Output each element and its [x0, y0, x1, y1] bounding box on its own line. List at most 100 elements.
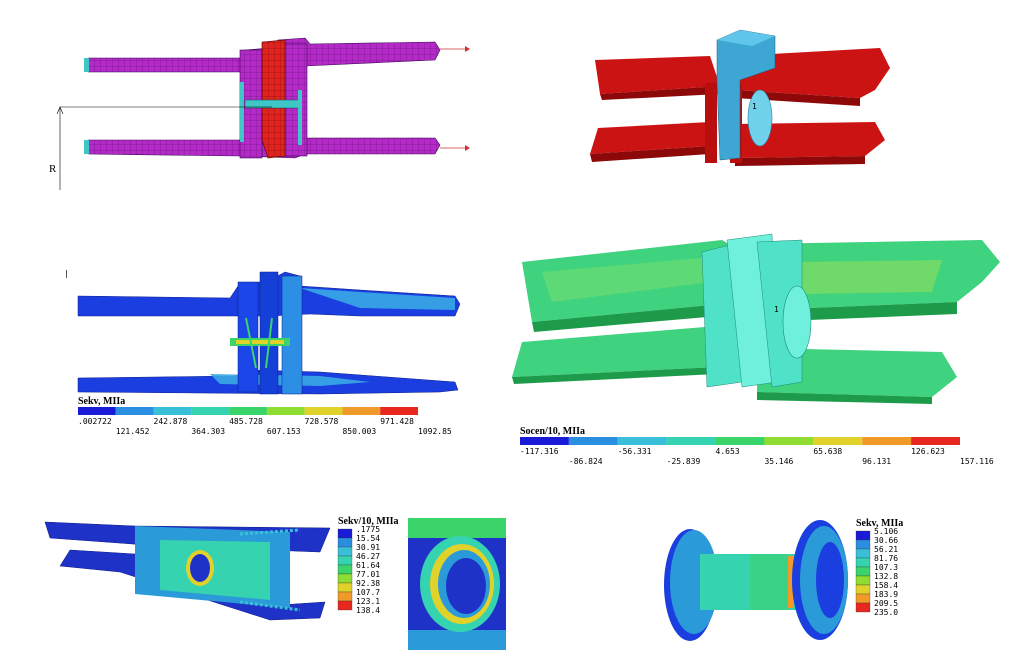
pin-model-legend: Sekv, MIIa 5.106 30.66 56.21 81.76 107.3 132.…: [854, 516, 924, 636]
colorbar-tick: 126.623: [911, 447, 945, 456]
legend-value: 138.4: [356, 606, 380, 615]
mesh-section-drawing: R: [49, 37, 470, 190]
legend-value: 132.8: [874, 572, 898, 581]
legend-swatch: [855, 548, 871, 559]
pin-model-drawing: [664, 520, 848, 641]
legend-swatch: [337, 573, 353, 584]
tilted-model-drawing: [44, 521, 331, 621]
legend-swatch: [337, 591, 353, 602]
svg-text:1: 1: [752, 102, 757, 111]
legend-value: 61.64: [356, 561, 380, 570]
svg-text:|: |: [64, 269, 69, 278]
colorbar-tick: 242.878: [154, 417, 188, 426]
colorbar-tick: 65.638: [813, 447, 842, 456]
stress-colorbar-1: Sekv, MIIa .002722 242.878 485.728 728.578 9…: [76, 393, 476, 443]
colorbar-tick: .002722: [78, 417, 112, 426]
colorbar-tick: 4.653: [716, 447, 740, 456]
colorbar-tick: 96.131: [862, 457, 891, 466]
colorbar-tick: 1092.85: [418, 427, 452, 436]
colorbar-tick: -117.316: [520, 447, 559, 456]
legend-value: 92.38: [356, 579, 380, 588]
mesh-section-panel: R: [40, 30, 480, 195]
legend-value: 107.3: [874, 563, 898, 572]
legend-value: 56.21: [874, 545, 898, 554]
legend-swatch: [855, 566, 871, 577]
radius-label: R: [49, 163, 57, 175]
stress-model-panel: 1: [512, 222, 1012, 422]
tilted-model-panel: [40, 510, 340, 630]
legend-value: 5.106: [874, 527, 898, 536]
hole-detail-panel: [408, 518, 506, 650]
colorbar-tick: 35.146: [764, 457, 793, 466]
legend-value: 158.4: [874, 581, 898, 590]
colorbar-tick: 971.428: [380, 417, 414, 426]
stress-colorbar-2: Socen/10, MIIa -117.316 -56.331 4.653 65.63…: [518, 423, 1013, 473]
solid-model-panel: 1: [580, 28, 900, 178]
hole-detail-drawing: [408, 518, 506, 650]
legend-swatch: [337, 582, 353, 593]
legend-swatch: [337, 537, 353, 548]
colorbar-swatch: [380, 407, 418, 415]
colorbar-swatch: [520, 437, 569, 445]
legend-swatch: [855, 584, 871, 595]
tilted-model-legend: Sekv/10, MIIa .1775 15.54 30.91 46.27 61.64 7…: [336, 514, 406, 634]
legend-value: .1775: [356, 525, 380, 534]
legend-value: 30.66: [874, 536, 898, 545]
colorbar-tick: -56.331: [618, 447, 652, 456]
colorbar-title: Socen/10, MIIa: [520, 426, 585, 437]
legend-value: 107.7: [356, 588, 380, 597]
legend-value: 46.27: [356, 552, 380, 561]
colorbar-tick: 121.452: [116, 427, 150, 436]
colorbar-swatch: [617, 437, 667, 445]
legend-swatch: [855, 557, 871, 568]
legend-value: 123.1: [356, 597, 380, 606]
legend-swatch: [855, 575, 871, 586]
colorbar-tick: -86.824: [569, 457, 603, 466]
legend-value: 15.54: [356, 534, 380, 543]
legend-swatch: [855, 530, 871, 541]
legend-swatch: [337, 600, 353, 611]
colorbar-title: Sekv, MIIa: [78, 396, 125, 407]
legend-value: 209.5: [874, 599, 898, 608]
legend-value: 81.76: [874, 554, 898, 563]
colorbar-swatch: [568, 437, 618, 445]
colorbar-swatch: [153, 407, 192, 415]
colorbar-tick: 728.578: [305, 417, 339, 426]
colorbar-swatch: [191, 407, 230, 415]
colorbar-swatch: [813, 437, 863, 445]
svg-text:1: 1: [774, 305, 779, 314]
colorbar-tick: 364.303: [191, 427, 225, 436]
legend-value: 235.0: [874, 608, 898, 617]
colorbar-tick: 485.728: [229, 417, 263, 426]
colorbar-swatch: [229, 407, 267, 415]
stress-model-drawing: 1: [512, 233, 1000, 404]
solid-model-drawing: 1: [590, 29, 890, 166]
colorbar-swatch: [342, 407, 381, 415]
legend-value: 77.01: [356, 570, 380, 579]
legend-value: 30.91: [356, 543, 380, 552]
center-element: [261, 39, 286, 159]
pin-model-panel: [660, 510, 860, 650]
colorbar-tick: 157.116: [960, 457, 994, 466]
colorbar-swatch: [862, 437, 912, 445]
legend-swatch: [337, 546, 353, 557]
colorbar-swatch: [764, 437, 814, 445]
legend-value: 183.9: [874, 590, 898, 599]
colorbar-tick: 850.003: [342, 427, 376, 436]
legend-swatch: [337, 555, 353, 566]
legend-swatch: [855, 593, 871, 604]
pin-head: [747, 89, 773, 147]
colorbar-swatch: [911, 437, 960, 445]
legend-swatch: [855, 602, 871, 613]
colorbar-tick: -25.839: [667, 457, 701, 466]
colorbar-swatch: [115, 407, 154, 415]
colorbar-swatch: [78, 407, 116, 415]
colorbar-swatch: [304, 407, 343, 415]
legend-swatch: [855, 539, 871, 550]
colorbar-tick: 607.153: [267, 427, 301, 436]
legend-swatch: [337, 564, 353, 575]
colorbar-swatch: [666, 437, 716, 445]
colorbar-swatch: [266, 407, 305, 415]
colorbar-swatch: [715, 437, 765, 445]
legend-swatch: [337, 528, 353, 539]
